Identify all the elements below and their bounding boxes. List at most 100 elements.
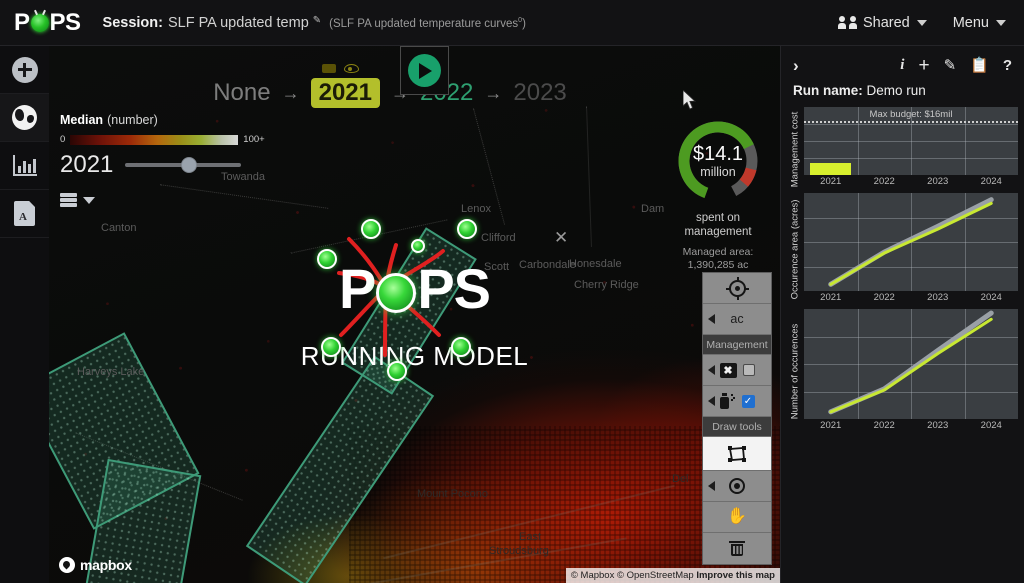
rail-item-add[interactable] bbox=[0, 46, 49, 94]
draw-tools-section-header: Draw tools bbox=[703, 417, 771, 437]
timeline-step-2023[interactable]: 2023 bbox=[513, 79, 566, 107]
play-icon bbox=[407, 54, 441, 87]
run-results-panel: › i + ✎ 📋 ? Run name: Demo run Managemen… bbox=[780, 46, 1024, 583]
label-tag-icon[interactable] bbox=[321, 64, 336, 73]
info-icon[interactable]: i bbox=[900, 58, 904, 73]
year-slider-handle[interactable] bbox=[181, 157, 198, 173]
grid-line bbox=[804, 141, 1018, 142]
managed-area-label: Managed area: bbox=[682, 245, 754, 258]
year-slider[interactable] bbox=[125, 157, 242, 173]
rail-item-report[interactable] bbox=[0, 190, 49, 238]
people-icon bbox=[837, 16, 857, 29]
session-subtitle: (SLF PA updated temperature curves0) bbox=[329, 16, 526, 30]
chart-ylabel: Occurence area (acres) bbox=[789, 199, 801, 299]
management-section-header: Management bbox=[703, 335, 771, 355]
chevron-right-icon[interactable]: › bbox=[793, 57, 799, 74]
chart-plot-area bbox=[804, 309, 1018, 419]
legend-year-row: 2021 bbox=[60, 151, 265, 179]
mapbox-logo[interactable]: mapbox bbox=[59, 557, 132, 573]
management-cost-gauge: $14.1 million spent on management Manage… bbox=[670, 118, 766, 273]
play-button[interactable] bbox=[399, 46, 449, 95]
left-icon-rail bbox=[0, 46, 49, 583]
remove-treatment-tool[interactable]: ✖ bbox=[703, 355, 771, 386]
session-label: Session: bbox=[102, 14, 163, 31]
spray-treatment-checkbox[interactable]: ✓ bbox=[741, 394, 755, 408]
copy-icon[interactable]: 📋 bbox=[970, 58, 989, 73]
eye-icon[interactable] bbox=[343, 64, 359, 73]
plus-icon[interactable]: + bbox=[918, 56, 929, 75]
app-logo[interactable]: P PS bbox=[14, 9, 81, 37]
units-value: ac bbox=[730, 312, 744, 326]
x-tick-label: 2023 bbox=[927, 420, 949, 431]
delete-tool[interactable] bbox=[703, 533, 771, 564]
x-tick-label: 2023 bbox=[927, 176, 949, 187]
shared-button[interactable]: Shared bbox=[837, 14, 927, 31]
run-panel-actions: i + ✎ 📋 ? bbox=[900, 56, 1012, 75]
recenter-button[interactable] bbox=[703, 273, 771, 304]
globe-icon bbox=[12, 105, 37, 130]
layers-icon bbox=[60, 193, 77, 208]
x-tick-label: 2024 bbox=[980, 420, 1002, 431]
chart-ylabel: Management cost bbox=[789, 111, 801, 187]
rail-item-map[interactable] bbox=[0, 94, 49, 142]
bar-chart-icon bbox=[12, 155, 37, 176]
timeline-toggles bbox=[321, 64, 359, 73]
pdf-file-icon bbox=[14, 201, 35, 226]
units-selector[interactable]: ac bbox=[703, 304, 771, 335]
chevron-left-icon bbox=[708, 396, 715, 406]
legend-year-value: 2021 bbox=[60, 151, 114, 178]
trash-icon bbox=[729, 540, 745, 557]
run-name-row: Run name: Demo run bbox=[781, 79, 1024, 104]
chart-number-of-occurrences[interactable]: Number of occurences 2021 2022 2023 2024 bbox=[787, 309, 1018, 433]
pencil-icon[interactable]: ✎ bbox=[313, 15, 321, 26]
timeline-step-2021[interactable]: 2021 bbox=[310, 78, 380, 108]
run-name-label: Run name: bbox=[793, 83, 863, 98]
gauge-ring: $14.1 million bbox=[675, 118, 761, 204]
x-tick-label: 2021 bbox=[820, 292, 842, 303]
x-tick-label: 2022 bbox=[873, 292, 895, 303]
shared-label: Shared bbox=[862, 14, 910, 31]
map-tool-strip: ac Management ✖ ✓ Draw tools ✋ bbox=[702, 272, 772, 565]
bar bbox=[810, 162, 852, 175]
improve-map-link[interactable]: Improve this map bbox=[696, 570, 775, 581]
spray-icon bbox=[719, 393, 736, 409]
spray-treatment-tool[interactable]: ✓ bbox=[703, 386, 771, 417]
layers-toggle[interactable] bbox=[60, 193, 265, 208]
pencil-icon[interactable]: ✎ bbox=[944, 58, 957, 73]
pan-tool[interactable]: ✋ bbox=[703, 502, 771, 533]
chart-ylabel: Number of occurences bbox=[789, 323, 801, 420]
legend-color-ramp bbox=[70, 134, 239, 145]
point-icon bbox=[729, 478, 745, 494]
x-tick-label: 2024 bbox=[980, 176, 1002, 187]
app-logo-text: P PS bbox=[14, 8, 81, 36]
remove-treatment-checkbox[interactable] bbox=[742, 364, 755, 376]
grid-line bbox=[804, 124, 1018, 125]
rail-item-charts[interactable] bbox=[0, 142, 49, 190]
draw-polygon-tool[interactable] bbox=[703, 437, 771, 471]
draw-point-tool[interactable] bbox=[703, 471, 771, 502]
x-tick-label: 2023 bbox=[927, 292, 949, 303]
legend-min-label: 0 bbox=[60, 134, 66, 145]
menu-label: Menu bbox=[952, 14, 989, 31]
gauge-amount: $14.1 bbox=[692, 142, 744, 165]
menu-button[interactable]: Menu bbox=[953, 15, 1006, 31]
x-square-icon: ✖ bbox=[719, 362, 737, 378]
gauge-caption: spent on management bbox=[684, 212, 752, 239]
gauge-value-block: $14.1 million bbox=[675, 118, 761, 204]
chevron-down-icon bbox=[996, 19, 1006, 26]
timeline-step-none[interactable]: None bbox=[213, 79, 270, 107]
chart-x-axis: 2021 2022 2023 2024 bbox=[804, 175, 1018, 189]
x-tick-label: 2021 bbox=[820, 420, 842, 431]
help-icon[interactable]: ? bbox=[1003, 58, 1012, 73]
attribution-text: © Mapbox © OpenStreetMap bbox=[570, 570, 694, 581]
run-panel-toolbar: › i + ✎ 📋 ? bbox=[781, 46, 1024, 79]
x-tick-label: 2024 bbox=[980, 292, 1002, 303]
chevron-left-icon bbox=[708, 314, 715, 324]
timeline-arrow: → bbox=[281, 82, 300, 103]
top-bar: P PS Session: SLF PA updated temp ✎ (SLF … bbox=[0, 0, 1024, 46]
mapbox-logo-text: mapbox bbox=[80, 557, 132, 573]
chart-occurrence-area[interactable]: Occurence area (acres) 2021 2022 2023 2024 bbox=[787, 193, 1018, 305]
close-icon[interactable]: ✕ bbox=[554, 228, 568, 248]
map-legend: Median (number) 0 100+ 2021 bbox=[60, 112, 265, 208]
chart-management-cost[interactable]: Management cost Max budget: $16mil 2021 2… bbox=[787, 107, 1018, 189]
